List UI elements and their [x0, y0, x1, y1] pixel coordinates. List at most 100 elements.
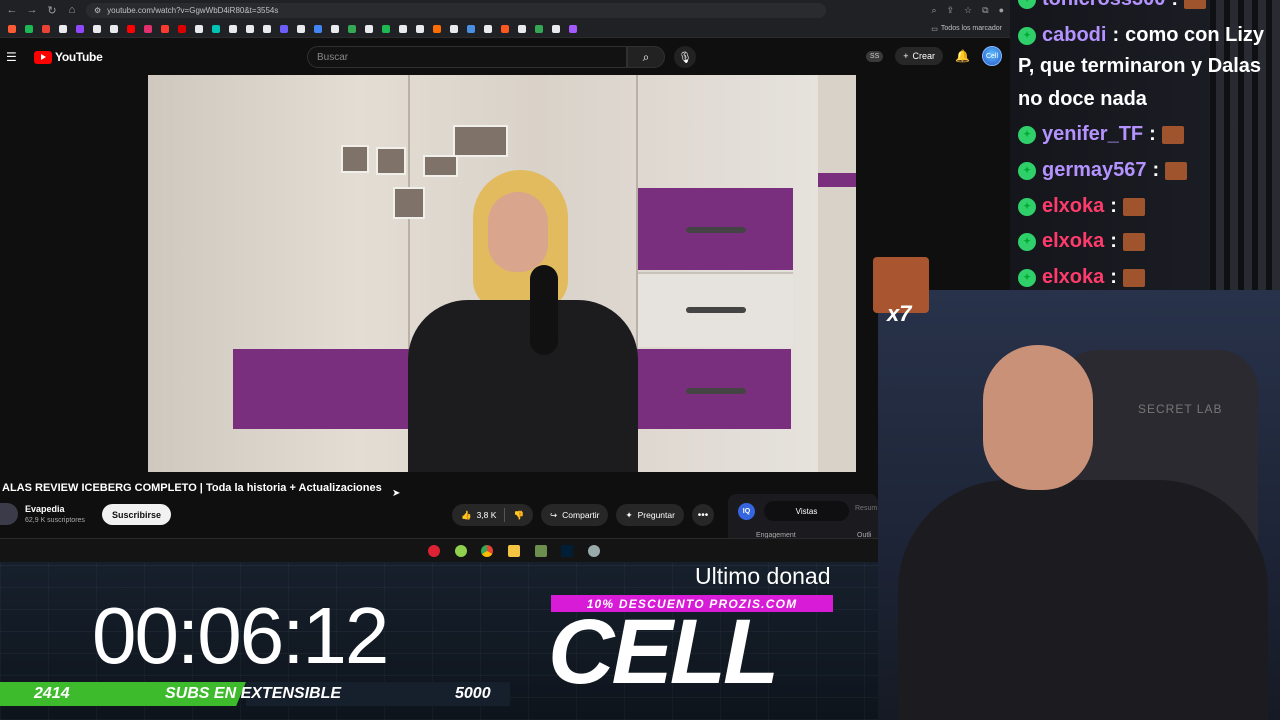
search-button[interactable]: ⌕	[627, 46, 665, 68]
drawer-handle	[686, 388, 746, 394]
chat-colon: :	[1110, 230, 1117, 252]
subs-progress-bar: 2414 SUBS EN EXTENSIBLE 5000	[0, 682, 510, 706]
taskbar-app-icon[interactable]	[428, 545, 440, 557]
url-bar[interactable]: ⚙ youtube.com/watch?v=GgwWbD4iR80&t=3554…	[86, 2, 826, 18]
bookmark-icon[interactable]	[161, 24, 169, 33]
handheld-microphone	[530, 265, 558, 355]
like-count[interactable]: 3,8 K	[477, 510, 497, 520]
share-button[interactable]: ↪ Compartir	[541, 504, 609, 526]
chat-message: ✦ cabodi : como con Lizy	[1018, 24, 1264, 47]
bookmark-icon[interactable]	[365, 24, 373, 33]
bookmark-icon[interactable]	[399, 24, 407, 33]
photoshop-icon[interactable]	[561, 545, 573, 557]
streamer-head	[983, 345, 1093, 490]
reload-icon[interactable]: ↻	[46, 4, 58, 17]
youtube-play-icon	[34, 50, 52, 64]
extensions-icon[interactable]: ⧉	[982, 5, 988, 16]
tab-resumen[interactable]: Resum	[855, 505, 877, 512]
bookmark-icon[interactable]	[314, 24, 322, 33]
bookmark-icon[interactable]	[8, 24, 16, 33]
dislike-icon[interactable]: 👎	[513, 510, 524, 521]
subscribe-button[interactable]: Suscribirse	[102, 504, 172, 525]
chat-username: tonicross300	[1042, 0, 1165, 11]
bookmark-icon[interactable]	[484, 24, 492, 33]
bookmark-icon[interactable]	[297, 24, 305, 33]
home-icon[interactable]: ⌂	[66, 4, 78, 16]
chat-username: elxoka	[1042, 195, 1105, 217]
bookmark-icon[interactable]	[144, 24, 152, 33]
folder-icon[interactable]	[508, 545, 520, 557]
bookmark-icon[interactable]	[348, 24, 356, 33]
bookmark-icon[interactable]	[195, 24, 203, 33]
chat-text-cont: P, que terminaron y Dalas	[1018, 55, 1262, 77]
bookmark-icon[interactable]	[569, 24, 577, 33]
notifications-bell-icon[interactable]: 🔔	[955, 49, 970, 63]
bookmark-icon[interactable]	[212, 24, 220, 33]
bookmark-icon[interactable]	[552, 24, 560, 33]
share-page-icon[interactable]: ⇪	[947, 5, 955, 16]
bookmark-icon[interactable]	[93, 24, 101, 33]
site-info-icon[interactable]: ⚙	[94, 6, 101, 15]
create-label: Crear	[912, 51, 936, 61]
search-input[interactable]: Buscar	[307, 46, 627, 68]
chat-panel: ✦ tonicross300 : ✦ cabodi : como con Liz…	[1010, 0, 1280, 290]
subs-current: 2414	[34, 685, 70, 702]
vidiq-badge[interactable]: IQ	[738, 503, 755, 520]
taskbar-app-icon[interactable]	[455, 545, 467, 557]
bookmark-icon[interactable]	[59, 24, 67, 33]
star-icon[interactable]: ☆	[964, 5, 972, 16]
bookmark-icon[interactable]	[25, 24, 33, 33]
youtube-logo[interactable]: YouTube	[34, 50, 103, 64]
search-icon: ⌕	[642, 49, 650, 64]
chat-colon: :	[1149, 123, 1156, 145]
bookmark-icon[interactable]	[263, 24, 271, 33]
bookmark-icon[interactable]	[229, 24, 237, 33]
like-icon[interactable]: 👍	[461, 510, 472, 521]
bookmark-icon[interactable]	[246, 24, 254, 33]
bookmark-icon[interactable]	[433, 24, 441, 33]
bookmark-icon[interactable]	[76, 24, 84, 33]
ask-button[interactable]: ✦ Preguntar	[616, 504, 684, 526]
all-bookmarks-folder[interactable]: ▭ Todos los marcador	[931, 25, 1002, 33]
bookmark-icon[interactable]	[280, 24, 288, 33]
zoom-icon[interactable]: ⌕	[931, 5, 936, 16]
chat-badge-icon: ✦	[1018, 125, 1036, 144]
voice-search-button[interactable]: 🎙	[674, 46, 696, 68]
user-avatar[interactable]: Cell	[982, 46, 1002, 66]
channel-name[interactable]: Evapedia	[25, 504, 65, 514]
bookmark-icon[interactable]	[467, 24, 475, 33]
youtube-wordmark: YouTube	[55, 50, 103, 64]
taskbar-app-icon[interactable]	[535, 545, 547, 557]
chat-badge-icon: ✦	[1018, 0, 1036, 9]
menu-icon[interactable]: ☰	[6, 50, 20, 64]
back-icon[interactable]: ←	[6, 4, 18, 16]
youtube-header: ☰ YouTube Buscar ⌕ 🎙 SS + Crear 🔔 Cell	[0, 38, 1010, 76]
promo-banner: 10% DESCUENTO PROZIS.COM	[551, 595, 833, 612]
bookmark-icon[interactable]	[331, 24, 339, 33]
forward-icon[interactable]: →	[26, 4, 38, 16]
bookmark-icon[interactable]	[416, 24, 424, 33]
chat-username: cabodi	[1042, 24, 1107, 46]
more-actions-button[interactable]: •••	[691, 504, 714, 526]
video-player[interactable]	[148, 75, 856, 472]
right-shelf	[818, 75, 856, 472]
all-bookmarks-label: Todos los marcador	[940, 25, 1002, 32]
streamer-body	[898, 480, 1268, 720]
profile-icon[interactable]: ●	[999, 5, 1004, 16]
webcam-feed: SECRET LAB	[878, 290, 1280, 720]
chrome-icon[interactable]	[481, 545, 493, 557]
ask-label: Preguntar	[637, 510, 675, 520]
tab-vistas[interactable]: Vistas	[764, 501, 849, 521]
create-button[interactable]: + Crear	[895, 47, 944, 65]
bookmark-icon[interactable]	[42, 24, 50, 33]
bookmark-icon[interactable]	[382, 24, 390, 33]
bookmark-icon[interactable]	[501, 24, 509, 33]
taskbar-app-icon[interactable]	[588, 545, 600, 557]
bookmark-icon[interactable]	[450, 24, 458, 33]
bookmark-icon[interactable]	[178, 24, 186, 33]
ss-extension-badge[interactable]: SS	[865, 50, 884, 62]
bookmark-icon[interactable]	[127, 24, 135, 33]
bookmark-icon[interactable]	[535, 24, 543, 33]
bookmark-icon[interactable]	[518, 24, 526, 33]
bookmark-icon[interactable]	[110, 24, 118, 33]
